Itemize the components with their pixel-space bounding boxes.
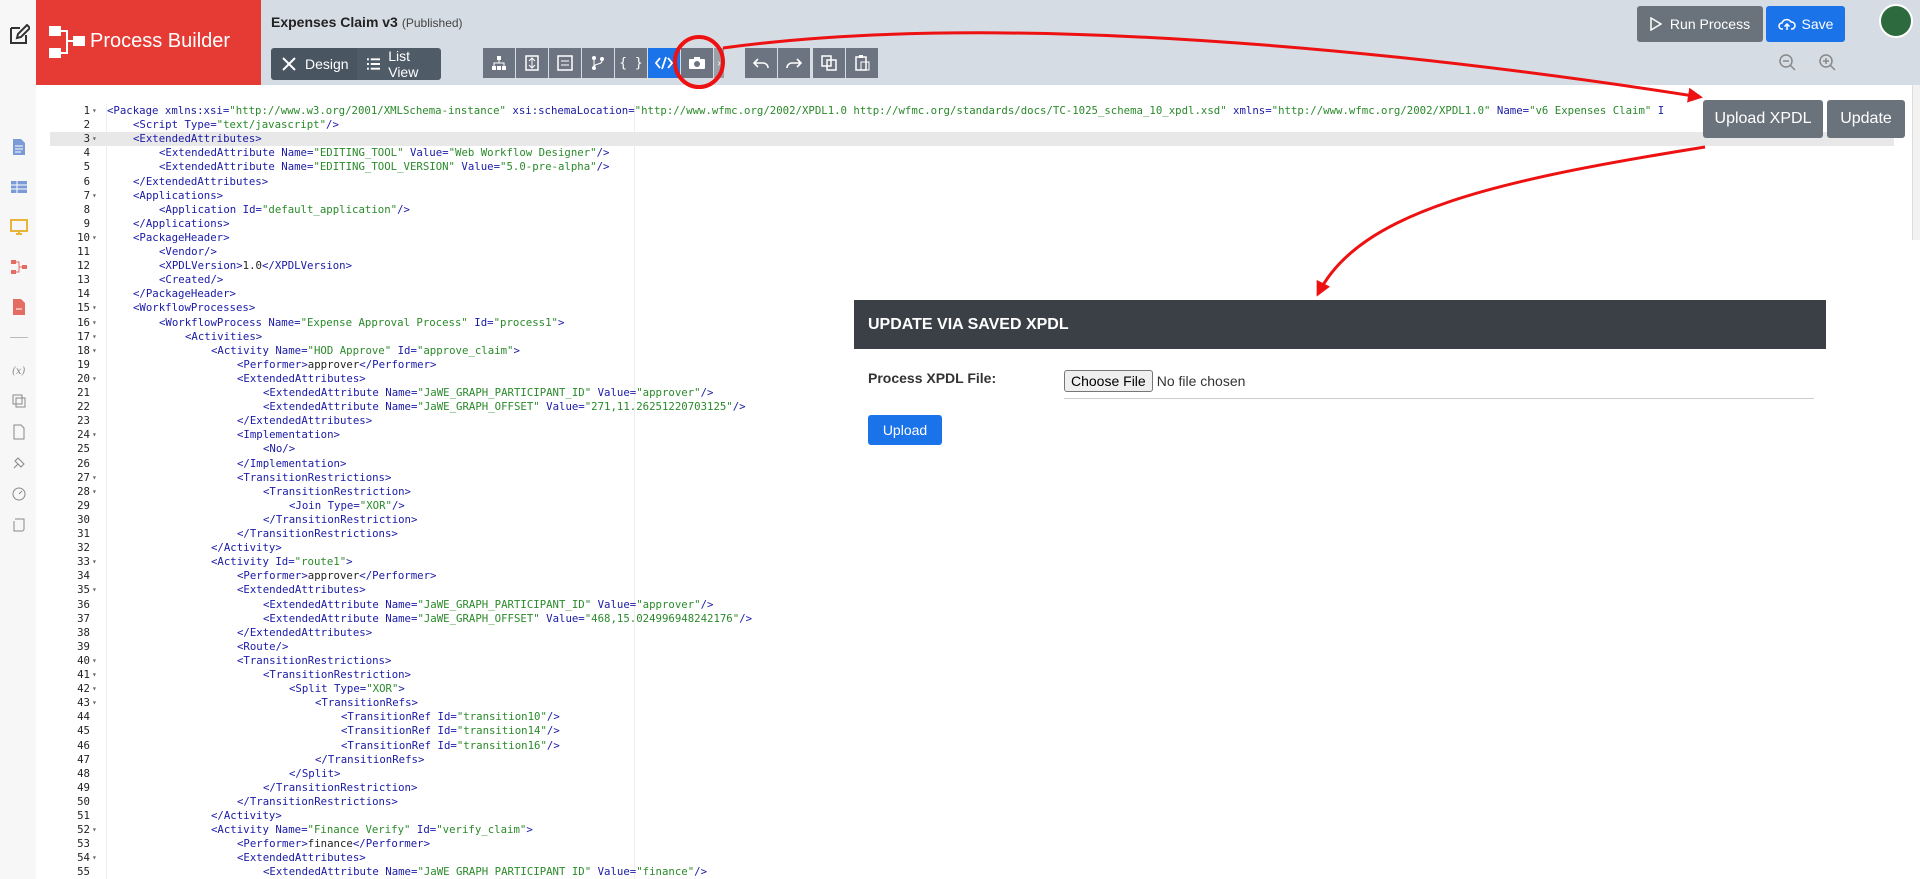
annotation-overlay [673, 31, 1706, 297]
annotation-arrow [1316, 145, 1706, 297]
annotation-arrow [722, 31, 1703, 103]
highlight-circle [673, 35, 725, 89]
